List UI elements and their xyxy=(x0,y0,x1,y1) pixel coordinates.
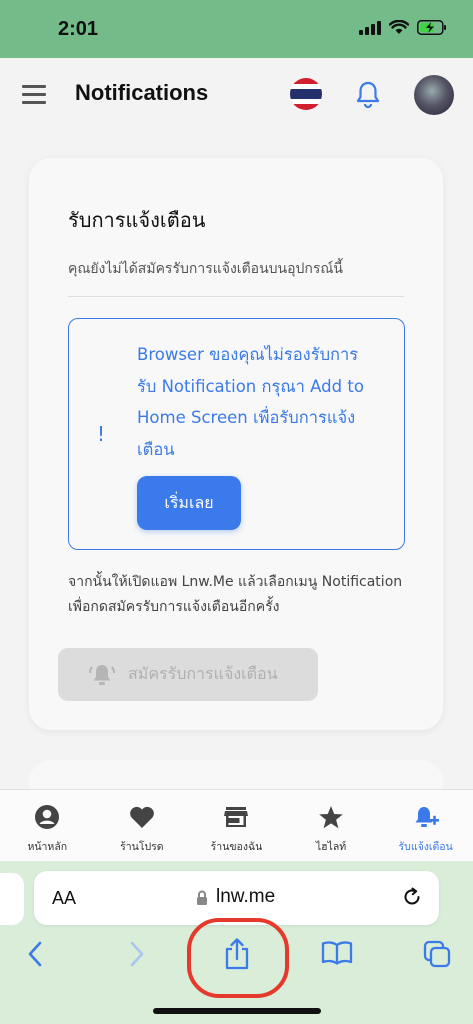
nav-item-home[interactable]: หน้าหลัก xyxy=(0,790,95,861)
avatar[interactable] xyxy=(414,75,454,115)
browser-alert: ! Browser ของคุณไม่รองรับการรับ Notifica… xyxy=(68,318,405,550)
status-bar: 2:01 xyxy=(0,0,473,58)
reload-icon[interactable] xyxy=(401,886,423,908)
wifi-icon xyxy=(389,20,409,34)
bookmarks-icon[interactable] xyxy=(320,939,354,967)
nav-label-notifications: รับแจ้งเตือน xyxy=(398,841,453,853)
back-icon[interactable] xyxy=(24,939,46,969)
bell-plus-icon xyxy=(415,807,439,827)
nav-label-highlight: ไฮไลท์ xyxy=(315,841,347,853)
nav-item-favorites[interactable]: ร้านโปรด xyxy=(95,790,190,861)
subscribe-label: สมัครรับการแจ้งเตือน xyxy=(128,664,278,683)
subscribe-button[interactable]: สมัครรับการแจ้งเตือน xyxy=(58,648,318,701)
cellular-signal-icon xyxy=(359,20,381,35)
nav-label-home: หน้าหลัก xyxy=(27,841,68,853)
notification-card: รับการแจ้งเตือน คุณยังไม่ได้สมัครรับการแ… xyxy=(29,158,443,730)
home-indicator xyxy=(153,1008,321,1014)
bell-ringing-icon xyxy=(89,664,115,685)
instruction-text: จากนั้นให้เปิดแอพ Lnw.Me แล้วเลือกเมนู N… xyxy=(68,574,403,615)
reader-aa-button[interactable]: AA xyxy=(52,888,76,909)
card-subtitle: คุณยังไม่ได้สมัครรับการแจ้งเตือนบนอุปกรณ… xyxy=(68,261,343,277)
nav-item-my-store[interactable]: ร้านของฉัน xyxy=(189,790,284,861)
divider xyxy=(68,296,404,297)
alert-text: Browser ของคุณไม่รองรับการรับ Notificati… xyxy=(137,345,364,459)
tabs-icon[interactable] xyxy=(422,939,452,969)
address-bar[interactable]: AA lnw.me xyxy=(34,871,439,925)
previous-tab-preview[interactable] xyxy=(0,873,24,925)
heart-icon xyxy=(130,806,154,828)
card-title: รับการแจ้งเตือน xyxy=(68,208,206,232)
url-text: lnw.me xyxy=(216,886,276,907)
star-icon xyxy=(319,805,343,828)
bell-icon[interactable] xyxy=(355,80,381,108)
bottom-nav: หน้าหลัก ร้านโปรด ร้านของฉัน ไฮไลท์ รับแ… xyxy=(0,789,473,861)
status-time: 2:01 xyxy=(58,18,99,40)
nav-label-my-store: ร้านของฉัน xyxy=(210,841,263,853)
store-icon xyxy=(224,807,249,827)
thai-flag-icon[interactable] xyxy=(290,78,322,110)
forward-icon[interactable] xyxy=(126,939,148,969)
app-header: Notifications xyxy=(0,58,473,130)
page-title: Notifications xyxy=(75,80,209,105)
account-circle-icon xyxy=(35,805,60,829)
battery-charging-icon xyxy=(417,20,446,35)
nav-item-notifications[interactable]: รับแจ้งเตือน xyxy=(378,790,473,861)
menu-icon[interactable] xyxy=(22,85,46,104)
share-button-highlight xyxy=(187,918,289,998)
start-button[interactable]: เริ่มเลย xyxy=(137,476,241,530)
exclamation-icon: ! xyxy=(97,422,106,446)
nav-label-favorites: ร้านโปรด xyxy=(120,841,164,853)
lock-icon xyxy=(197,890,207,905)
nav-item-highlight[interactable]: ไฮไลท์ xyxy=(284,790,379,861)
status-icons xyxy=(359,20,447,35)
